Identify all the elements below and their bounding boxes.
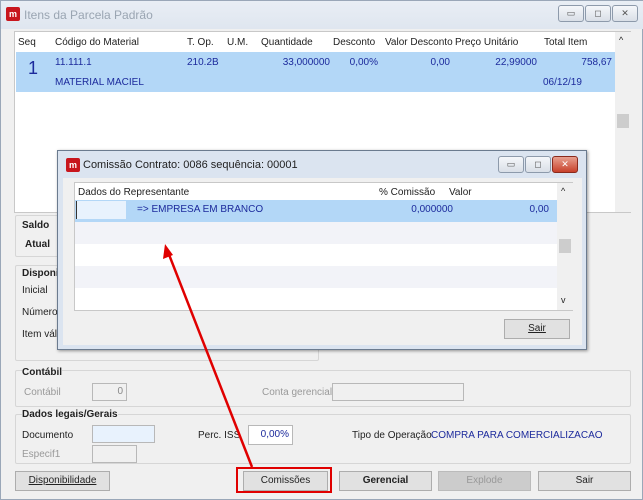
arrow-line xyxy=(166,251,254,468)
annotation-arrow xyxy=(163,244,254,468)
arrow-head xyxy=(163,244,173,259)
